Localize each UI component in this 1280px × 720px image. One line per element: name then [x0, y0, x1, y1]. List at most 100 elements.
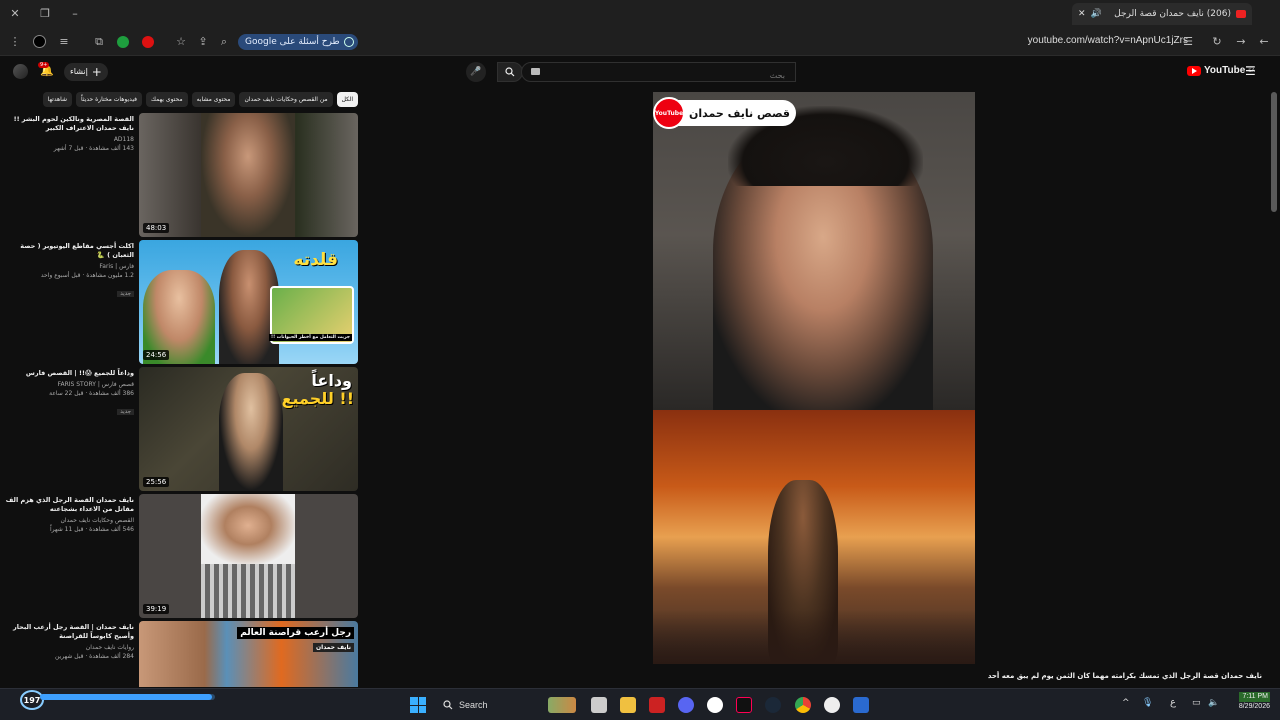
- tab-close-icon[interactable]: ✕: [1078, 9, 1086, 19]
- video-title[interactable]: القصة المصرية ونالكين لحوم البشر !! نايف…: [2, 115, 134, 133]
- recommendation-item[interactable]: 48:03 القصة المصرية ونالكين لحوم البشر !…: [4, 113, 358, 237]
- search-input[interactable]: [522, 66, 795, 85]
- video-player[interactable]: قصص نايف حمدان YouTube: [653, 92, 975, 664]
- taskbar-search-icon: [443, 700, 453, 710]
- channel-name[interactable]: قصص فارس | FARIS STORY: [2, 380, 134, 389]
- video-stats: 1.2 مليون مشاهدة · قبل أسبوع واحد: [40, 272, 134, 279]
- tray-mic-icon[interactable]: 🎙: [1142, 698, 1153, 708]
- channel-name[interactable]: فارس | Faris: [2, 262, 134, 271]
- thumbnail-overlay-subtext: جربت التعامل مع أخطر الحيوانات !!: [269, 334, 352, 341]
- video-thumbnail[interactable]: 39:19: [139, 494, 358, 618]
- player-frame-illustration: [653, 410, 975, 664]
- video-thumbnail[interactable]: رجل أرعب قراصنة العالم نايف حمدان: [139, 621, 358, 687]
- tab-audio-icon[interactable]: 🔊: [1091, 9, 1102, 19]
- video-duration: 39:19: [143, 604, 170, 614]
- site-settings-icon[interactable]: ☰: [1181, 35, 1195, 49]
- channel-overlay-text: قصص نايف حمدان: [689, 106, 791, 120]
- close-window-icon[interactable]: ✕: [8, 7, 22, 21]
- recommendation-item[interactable]: 39:19 نايف حمدان القصة الرجل الذي هزم ال…: [4, 494, 358, 618]
- video-title[interactable]: وداعاً للجميع 😱!! | القصص فارس: [2, 369, 134, 378]
- chrome-icon[interactable]: [795, 697, 811, 713]
- recommendation-item[interactable]: قلدته جربت التعامل مع أخطر الحيوانات !! …: [4, 240, 358, 364]
- app-icon-2[interactable]: [824, 697, 840, 713]
- create-label: إنشاء: [70, 67, 88, 76]
- discord-icon[interactable]: [678, 697, 694, 713]
- tiktok-icon[interactable]: [736, 697, 752, 713]
- account-avatar[interactable]: [13, 64, 28, 79]
- thumbnail-overlay-subtext: نايف حمدان: [313, 643, 354, 652]
- volume-icon[interactable]: 🔈: [1208, 698, 1219, 708]
- chip-recently-uploaded[interactable]: فيديوهات مختارة حديثاً: [76, 92, 143, 107]
- share-icon[interactable]: ⇪: [196, 35, 210, 49]
- app-icon-3[interactable]: [853, 697, 869, 713]
- steam-icon[interactable]: [765, 697, 781, 713]
- extensions-icon[interactable]: ⧉: [92, 35, 106, 49]
- taskbar-clock[interactable]: 7:11 PM 8/29/2026: [1238, 692, 1270, 712]
- new-badge: جديد: [117, 409, 134, 415]
- video-title[interactable]: نايف حمدان | القصة رجل أرعب البحار وأصبح…: [2, 623, 134, 641]
- channel-overlay-badge: YouTube: [653, 97, 685, 129]
- language-indicator[interactable]: ع: [1170, 697, 1176, 708]
- chip-watched[interactable]: شاهدتها: [42, 92, 73, 107]
- google-lens-icon: [343, 37, 354, 47]
- video-thumbnail[interactable]: قلدته جربت التعامل مع أخطر الحيوانات !! …: [139, 240, 358, 364]
- profile-avatar[interactable]: [33, 35, 46, 48]
- keyboard-icon[interactable]: [531, 68, 540, 75]
- search-input-container: [521, 62, 796, 85]
- bookmark-star-icon[interactable]: ☆: [174, 35, 188, 49]
- address-bar[interactable]: youtube.com/watch?v=nApnUc1jZrs: [1028, 35, 1188, 46]
- back-icon[interactable]: ←: [1257, 35, 1271, 49]
- chip-for-you[interactable]: محتوى يهمك: [146, 92, 188, 107]
- reading-list-icon[interactable]: ≡: [57, 35, 71, 49]
- recommendation-item[interactable]: رجل أرعب قراصنة العالم نايف حمدان نايف ح…: [4, 621, 358, 687]
- more-menu-icon[interactable]: ⋮: [8, 35, 22, 49]
- channel-name[interactable]: روايات نايف حمدان: [2, 643, 134, 652]
- file-explorer-icon[interactable]: [620, 697, 636, 713]
- app-icon[interactable]: [707, 697, 723, 713]
- clock-date: 8/29/2026: [1238, 703, 1270, 710]
- video-thumbnail[interactable]: وداعاً للجميع !! 25:56: [139, 367, 358, 491]
- restore-window-icon[interactable]: ❐: [38, 7, 52, 21]
- browser-tab-bar: ✕ ❐ – + (206) نايف حمدان قصة الرجل 🔊 ✕: [0, 0, 1280, 28]
- chip-from-channel[interactable]: من القصص وحكايات نايف حمدان: [239, 92, 333, 107]
- download-progress: [40, 694, 215, 700]
- youtube-play-icon: [1187, 65, 1201, 76]
- ask-google-button[interactable]: طرح أسئلة على Google: [238, 34, 358, 50]
- video-title[interactable]: اكلت أجسي مقاطع اليوتيوبر ( حصة الثعبان …: [2, 242, 134, 260]
- forward-icon[interactable]: →: [1234, 35, 1248, 49]
- task-view-icon[interactable]: [591, 697, 607, 713]
- news-app-icon[interactable]: [649, 697, 665, 713]
- video-stats: 386 ألف مشاهدة · قبل 22 ساعة: [49, 390, 134, 397]
- video-stats: 546 ألف مشاهدة · قبل 11 شهراً: [49, 526, 134, 533]
- extension-green-icon[interactable]: [117, 36, 129, 48]
- browser-tab-active[interactable]: (206) نايف حمدان قصة الرجل 🔊 ✕: [1072, 3, 1252, 25]
- watch-video-title: نايف حمدان قصة الرجل الذي تمسك بكرامته م…: [987, 672, 1262, 680]
- chip-all[interactable]: الكل: [336, 92, 358, 107]
- search-button[interactable]: [497, 62, 523, 82]
- extension-red-icon[interactable]: [142, 36, 154, 48]
- video-thumbnail[interactable]: 48:03: [139, 113, 358, 237]
- page-scrollbar[interactable]: [1271, 92, 1277, 212]
- widgets-icon[interactable]: [548, 697, 576, 713]
- tray-chevron-icon[interactable]: ^: [1122, 698, 1130, 708]
- chip-related[interactable]: محتوى مشابه: [191, 92, 236, 107]
- widget-counter[interactable]: 197: [20, 690, 44, 710]
- voice-search-button[interactable]: 🎤: [466, 62, 486, 82]
- taskbar-search[interactable]: Search: [437, 696, 535, 714]
- channel-name[interactable]: القصص وحكايات نايف حمدان: [2, 516, 134, 525]
- windows-taskbar: [0, 688, 1280, 720]
- reload-icon[interactable]: ↻: [1210, 35, 1224, 49]
- thumbnail-overlay-text: قلدته: [293, 250, 338, 270]
- network-icon[interactable]: ▭: [1192, 698, 1201, 708]
- minimize-window-icon[interactable]: –: [68, 7, 82, 21]
- channel-name[interactable]: AD118: [2, 135, 134, 144]
- zoom-icon[interactable]: ⌕: [217, 35, 231, 49]
- video-title[interactable]: نايف حمدان القصة الرجل الذي هزم الف مقات…: [2, 496, 134, 514]
- recommendation-item[interactable]: وداعاً للجميع !! 25:56 وداعاً للجميع 😱!!…: [4, 367, 358, 491]
- start-button[interactable]: [410, 697, 426, 713]
- video-meta: نايف حمدان القصة الرجل الذي هزم الف مقات…: [2, 496, 134, 534]
- plus-icon: +: [91, 65, 102, 79]
- hamburger-menu-icon[interactable]: ☰: [1245, 64, 1256, 78]
- thumbnail-overlay-text-second: للجميع !!: [281, 389, 354, 408]
- create-button[interactable]: إنشاء +: [64, 63, 108, 81]
